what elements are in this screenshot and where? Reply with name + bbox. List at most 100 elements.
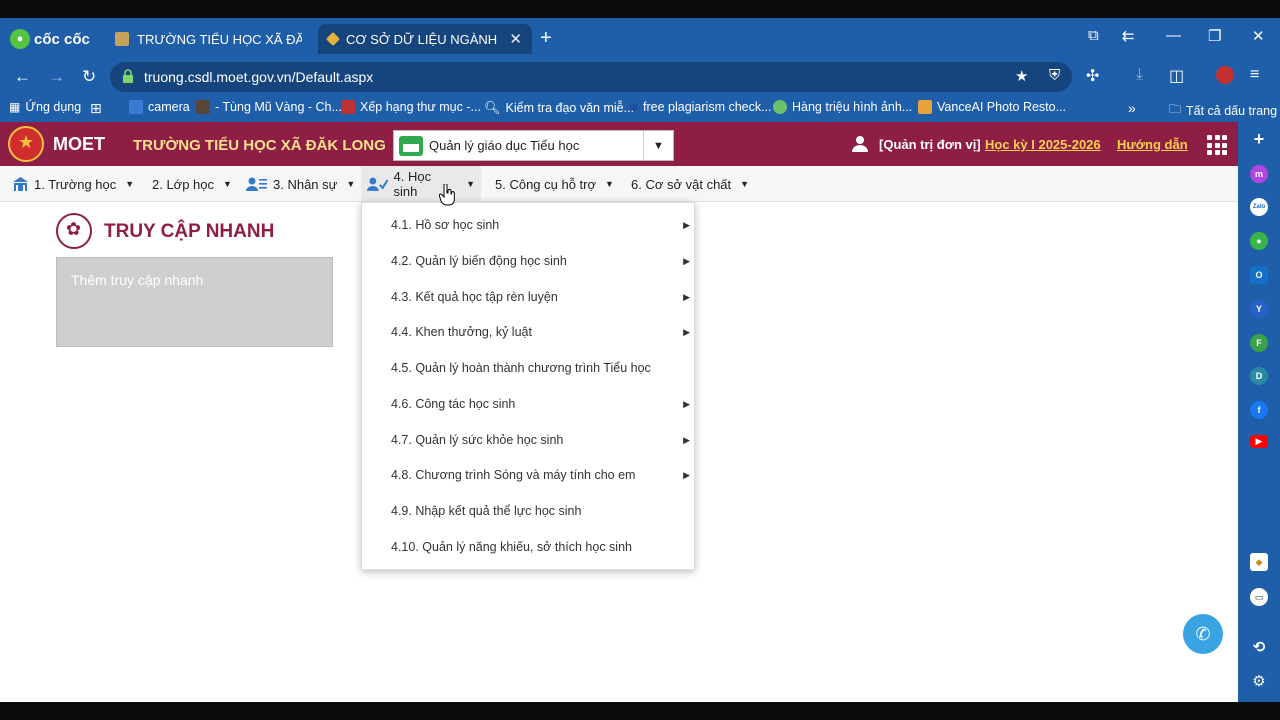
extensions-icon[interactable]: ✣	[1086, 66, 1099, 86]
school-name: TRƯỜNG TIỂU HỌC XÃ ĐĂK LONG	[133, 137, 386, 154]
bookmark-star-icon[interactable]: ★	[1015, 67, 1028, 85]
back-arrow-icon[interactable]: ⇇	[1122, 27, 1135, 45]
quick-access-title: TRUY CẬP NHANH	[104, 221, 275, 242]
download-icon[interactable]: ⤓	[1136, 66, 1143, 84]
dropdown-item-4-1[interactable]: 4.1. Hồ sơ học sinh ▶	[362, 210, 696, 240]
add-quick-access-tile[interactable]: Thêm truy cập nhanh	[56, 257, 333, 347]
dropdown-label: 4.7. Quản lý sức khỏe học sinh	[391, 433, 564, 447]
apps-grid-icon[interactable]	[1207, 135, 1227, 155]
game-icon[interactable]: ●	[1250, 232, 1268, 250]
browser-brand: cốc cốc	[34, 30, 90, 48]
settings-icon[interactable]: ⚙	[1250, 672, 1268, 690]
dropdown-label: 4.3. Kết quả học tập rèn luyện	[391, 290, 558, 304]
dropdown-item-4-6[interactable]: 4.6. Công tác học sinh ▶	[362, 389, 696, 419]
close-window-button[interactable]: ✕	[1252, 27, 1265, 45]
national-emblem-icon	[8, 126, 44, 162]
school-building-icon	[399, 135, 423, 156]
menu-nhan-su[interactable]: 3. Nhân sự ▼	[240, 166, 361, 202]
dropdown-item-4-7[interactable]: 4.7. Quản lý sức khỏe học sinh ▶	[362, 425, 696, 455]
tab-title: TRƯỜNG TIỂU HỌC XÃ ĐĂK LON	[137, 31, 302, 47]
plagiarism-site-icon	[630, 103, 638, 111]
bottom-letterbox	[0, 702, 1280, 720]
chevron-down-icon[interactable]: ▼	[643, 131, 673, 160]
dropdown-item-4-9[interactable]: 4.9. Nhập kết quả thể lực học sinh	[362, 496, 696, 526]
bookmark-label: Hàng triệu hình ảnh...	[792, 100, 913, 114]
tab-school[interactable]: TRƯỜNG TIỂU HỌC XÃ ĐĂK LON	[105, 24, 312, 54]
dropdown-item-4-5[interactable]: 4.5. Quản lý hoàn thành chương trình Tiể…	[362, 353, 696, 383]
semester-link[interactable]: Học kỳ I 2025-2026	[985, 137, 1101, 152]
tv-icon[interactable]: ▭	[1250, 588, 1268, 606]
zalo-icon[interactable]: Zalo	[1250, 198, 1268, 216]
minimize-button[interactable]: —	[1166, 27, 1181, 44]
dropdown-item-4-3[interactable]: 4.3. Kết quả học tập rèn luyện ▶	[362, 282, 696, 312]
xephang-site-icon	[341, 100, 355, 114]
new-tab-button[interactable]: +	[540, 27, 552, 50]
dropdown-item-4-10[interactable]: 4.10. Quản lý năng khiếu, sở thích học s…	[362, 532, 696, 562]
screen-capture-icon[interactable]: ⧉	[1088, 27, 1099, 44]
facebook-icon[interactable]: f	[1250, 401, 1268, 419]
app-icon[interactable]: ◆	[1250, 553, 1268, 571]
module-select[interactable]: Quản lý giáo dục Tiểu học ▼	[393, 130, 674, 161]
caret-down-icon: ▼	[346, 179, 356, 189]
sidebar-toggle-icon[interactable]: ◫	[1169, 66, 1184, 86]
chevron-double-right-icon: »	[1128, 100, 1136, 116]
bookmarks-bar: ▦ Ứng dụng ⊞ camera - Tùng Mũ Vàng - Ch.…	[0, 96, 1280, 122]
dropdown-label: 4.6. Công tác học sinh	[391, 397, 516, 411]
menu-co-so-vat-chat[interactable]: 6. Cơ sở vật chất ▼	[625, 166, 755, 202]
phone-call-button[interactable]: ✆	[1183, 614, 1223, 654]
menu-lop-hoc[interactable]: 2. Lớp học ▼	[146, 166, 238, 202]
dropdown-label: 4.1. Hồ sơ học sinh	[391, 218, 500, 232]
forward-button[interactable]: →	[48, 67, 65, 87]
caret-down-icon: ▼	[223, 179, 232, 189]
bookmark-camera[interactable]: camera	[129, 100, 190, 114]
bookmark-plagiarism[interactable]: free plagiarism check...	[630, 100, 772, 114]
history-icon[interactable]: ⟲	[1250, 638, 1268, 656]
youtube-icon[interactable]: ▶	[1250, 435, 1268, 448]
dropdown-item-4-8[interactable]: 4.8. Chương trình Sóng và máy tính cho e…	[362, 460, 696, 490]
dropdown-label: 4.2. Quản lý biến động học sinh	[391, 254, 567, 268]
moet-brand[interactable]: MOET	[53, 134, 105, 155]
d-icon[interactable]: D	[1250, 367, 1268, 385]
school-tab-icon	[115, 32, 129, 46]
add-sidebar-icon[interactable]: +	[1250, 129, 1268, 149]
close-tab-icon[interactable]: ✕	[509, 30, 522, 48]
bookmark-kiemtra[interactable]: 🔍︎ Kiểm tra đạo văn miễ...	[484, 100, 634, 116]
bookmark-label: Kiểm tra đạo văn miễ...	[505, 101, 635, 115]
menu-truong-hoc[interactable]: 1. Trường học ▼	[6, 166, 140, 202]
caret-down-icon: ▼	[605, 179, 614, 189]
outlook-icon[interactable]: O	[1250, 266, 1268, 284]
url-input[interactable]: truong.csdl.moet.gov.vn/Default.aspx	[110, 62, 1072, 92]
y-icon[interactable]: Y	[1250, 300, 1268, 318]
bookmark-overflow[interactable]: »	[1128, 100, 1136, 116]
bookmark-hangtrieu[interactable]: Hàng triệu hình ảnh...	[773, 100, 912, 114]
caret-right-icon: ▶	[683, 398, 690, 409]
menu-hoc-sinh[interactable]: 4. Học sinh ▼	[361, 166, 481, 202]
coccoc-icon: ●	[10, 29, 30, 49]
menu-cong-cu[interactable]: 5. Công cụ hỗ trợ ▼	[489, 166, 620, 202]
bookmark-all[interactable]: 🗀︎ Tất cả dấu trang	[1169, 100, 1277, 121]
tab-csdl[interactable]: CƠ SỞ DỮ LIỆU NGÀNH GI ✕	[318, 24, 532, 54]
dropdown-item-4-2[interactable]: 4.2. Quản lý biến động học sinh ▶	[362, 246, 696, 276]
shield-icon[interactable]: ⛨	[1049, 67, 1060, 84]
bookmark-grid[interactable]: ⊞	[90, 100, 102, 117]
bookmark-label: Xếp hạng thư mục -...	[360, 100, 481, 114]
profile-avatar[interactable]	[1216, 66, 1234, 84]
address-bar-row: ← → ↻ truong.csdl.moet.gov.vn/Default.as…	[0, 58, 1280, 96]
caret-right-icon: ▶	[683, 326, 690, 337]
dropdown-label: 4.8. Chương trình Sóng và máy tính cho e…	[391, 468, 636, 482]
reload-button[interactable]: ↻	[82, 67, 96, 87]
bookmark-tung[interactable]: - Tùng Mũ Vàng - Ch...	[196, 100, 342, 114]
restore-button[interactable]: ❐	[1208, 27, 1221, 45]
coccoc-logo[interactable]: ● cốc cốc	[10, 28, 90, 50]
bookmark-xephang[interactable]: Xếp hạng thư mục -...	[341, 100, 481, 114]
messenger-icon[interactable]: m	[1250, 165, 1268, 183]
dropdown-item-4-4[interactable]: 4.4. Khen thưởng, kỷ luật ▶	[362, 317, 696, 347]
back-button[interactable]: ←	[14, 67, 31, 87]
guide-link[interactable]: Hướng dẫn	[1117, 137, 1188, 152]
f-icon[interactable]: F	[1250, 334, 1268, 352]
bookmark-apps[interactable]: ▦ Ứng dụng	[9, 100, 81, 114]
menu-label: 1. Trường học	[34, 176, 117, 192]
menu-icon[interactable]: ≡	[1250, 66, 1259, 84]
apps-grid-icon: ▦	[9, 100, 21, 114]
bookmark-vanceai[interactable]: VanceAI Photo Resto...	[918, 100, 1066, 114]
